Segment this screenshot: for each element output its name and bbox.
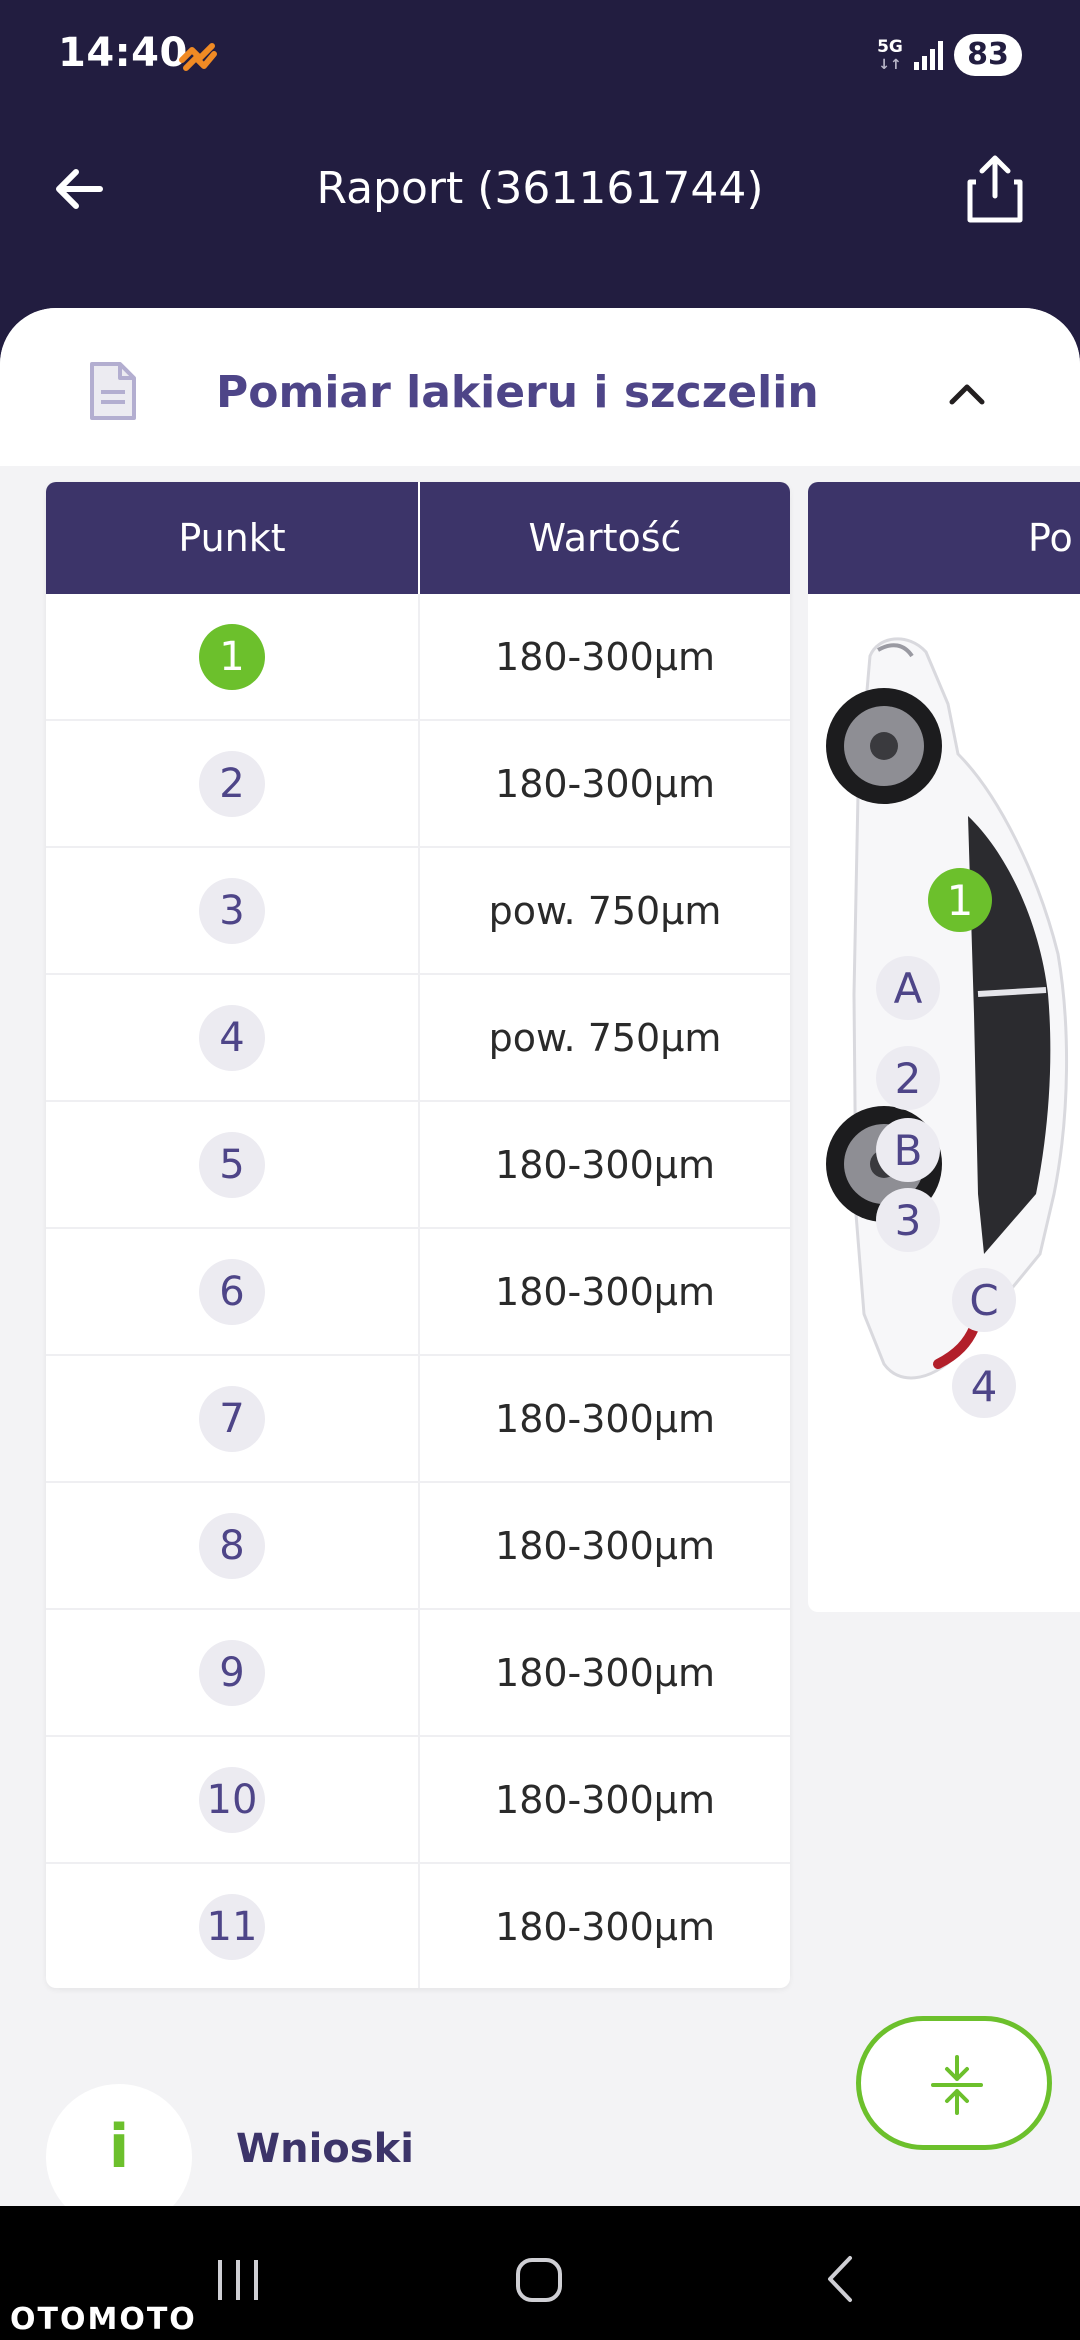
car-marker-b[interactable]: B <box>876 1118 940 1182</box>
content-sheet: Pomiar lakieru i szczelin Punkt Wartość … <box>0 308 1080 2208</box>
back-nav-icon[interactable] <box>820 2254 860 2304</box>
car-side-illustration <box>826 637 1069 1380</box>
car-marker-2[interactable]: 2 <box>876 1046 940 1110</box>
section-header-paint-measurement[interactable]: Pomiar lakieru i szczelin <box>0 308 1080 466</box>
table-body: 1 180-300µm 2 180-300µm 3 pow. 750µm 4 p… <box>46 594 790 1988</box>
arrow-left-icon[interactable] <box>48 158 110 220</box>
point-badge: 9 <box>199 1639 265 1706</box>
point-badge: 5 <box>199 1131 265 1198</box>
point-badge: 11 <box>199 1893 265 1960</box>
car-marker-a[interactable]: A <box>876 956 940 1020</box>
point-value: 180-300µm <box>495 1777 715 1822</box>
point-badge: 6 <box>199 1258 265 1325</box>
share-icon[interactable] <box>962 152 1028 226</box>
point-value: 180-300µm <box>495 1142 715 1187</box>
section-title: Pomiar lakieru i szczelin <box>216 367 819 418</box>
column-header-value: Wartość <box>418 482 790 594</box>
table-row[interactable]: 6 180-300µm <box>46 1229 790 1356</box>
page-title: Raport (361161744) <box>316 163 764 214</box>
recents-icon[interactable] <box>214 2258 262 2302</box>
conclusions-label[interactable]: Wnioski <box>236 2126 414 2172</box>
table-row[interactable]: 4 pow. 750µm <box>46 975 790 1102</box>
table-row[interactable]: 9 180-300µm <box>46 1610 790 1737</box>
point-badge: 2 <box>199 750 265 817</box>
info-letter: i <box>108 2112 130 2182</box>
point-badge: 4 <box>199 1004 265 1071</box>
table-header: Punkt Wartość <box>46 482 790 594</box>
table-row[interactable]: 5 180-300µm <box>46 1102 790 1229</box>
signal-icon <box>914 41 943 70</box>
network-indicator: 5G ↓↑ <box>872 38 908 74</box>
table-row[interactable]: 7 180-300µm <box>46 1356 790 1483</box>
home-icon[interactable] <box>514 2256 564 2304</box>
measurement-table: Punkt Wartość 1 180-300µm 2 180-300µm 3 … <box>46 482 790 1988</box>
point-value: 180-300µm <box>495 761 715 806</box>
network-label: 5G <box>877 37 903 57</box>
point-value: pow. 750µm <box>488 888 722 933</box>
table-row[interactable]: 3 pow. 750µm <box>46 848 790 975</box>
car-panel-header: Po <box>808 482 1080 594</box>
table-row[interactable]: 11 180-300µm <box>46 1864 790 1988</box>
point-value: 180-300µm <box>495 1904 715 1949</box>
battery-indicator: 83 <box>954 34 1022 76</box>
point-value: 180-300µm <box>495 1269 715 1314</box>
column-header-point: Punkt <box>178 516 286 560</box>
watermark-logo: OTOMOTO <box>10 2302 197 2337</box>
point-value: 180-300µm <box>495 1650 715 1695</box>
car-marker-c[interactable]: C <box>952 1268 1016 1332</box>
car-marker-3[interactable]: 3 <box>876 1188 940 1252</box>
car-marker-1[interactable]: 1 <box>928 868 992 932</box>
table-row[interactable]: 10 180-300µm <box>46 1737 790 1864</box>
point-badge: 10 <box>199 1766 265 1833</box>
point-value: 180-300µm <box>495 1523 715 1568</box>
point-badge: 1 <box>199 623 265 690</box>
chevron-up-icon[interactable] <box>946 374 988 416</box>
status-time: 14:40 <box>58 30 188 76</box>
collapse-vertical-icon <box>931 2055 983 2115</box>
point-value: pow. 750µm <box>488 1015 722 1060</box>
car-marker-4[interactable]: 4 <box>952 1354 1016 1418</box>
table-row[interactable]: 1 180-300µm <box>46 594 790 721</box>
collapse-button[interactable] <box>856 2016 1052 2150</box>
network-arrows-icon: ↓↑ <box>878 57 902 73</box>
table-row[interactable]: 2 180-300µm <box>46 721 790 848</box>
document-icon <box>90 362 136 420</box>
point-badge: 3 <box>199 877 265 944</box>
point-value: 180-300µm <box>495 1396 715 1441</box>
point-value: 180-300µm <box>495 634 715 679</box>
table-row[interactable]: 8 180-300µm <box>46 1483 790 1610</box>
notification-icon <box>179 43 217 71</box>
car-diagram-panel[interactable]: Po 1 A 2 B 3 C 4 <box>808 482 1080 1612</box>
info-icon[interactable]: i <box>46 2084 192 2208</box>
point-badge: 7 <box>199 1385 265 1452</box>
point-badge: 8 <box>199 1512 265 1579</box>
